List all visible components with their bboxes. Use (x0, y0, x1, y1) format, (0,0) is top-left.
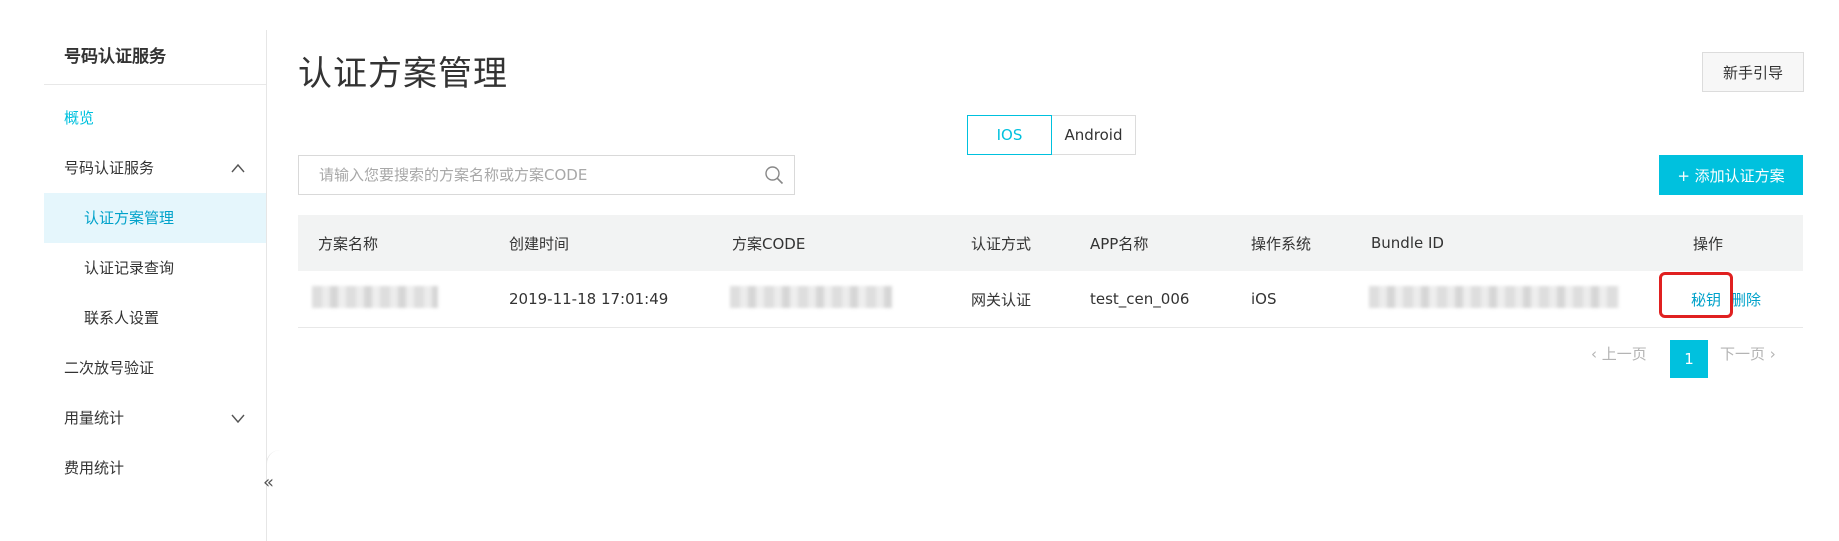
os-cell: iOS (1251, 290, 1277, 308)
chevron-right-icon: › (1769, 345, 1776, 363)
chevron-up-icon (231, 163, 245, 173)
column-header-scheme-code: 方案CODE (732, 234, 806, 253)
column-header-scheme-name: 方案名称 (318, 234, 379, 253)
prev-page-button[interactable]: ‹ 上一页 (1591, 343, 1647, 364)
column-header-bundle-id: Bundle ID (1371, 234, 1444, 252)
sidebar-item-scheme-management[interactable]: 认证方案管理 (44, 193, 266, 243)
chevron-down-icon (231, 414, 245, 424)
sidebar: 号码认证服务 概览 号码认证服务 认证方案管理 认证记录查询 联系人设置 二次放… (44, 30, 267, 541)
double-chevron-left-icon: « (263, 472, 275, 493)
delete-link[interactable]: 删除 (1731, 289, 1761, 310)
sidebar-title: 号码认证服务 (44, 30, 266, 85)
app-name-cell: test_cen_006 (1090, 290, 1190, 308)
beginner-guide-button[interactable]: 新手引导 (1702, 52, 1804, 92)
sidebar-item-fee-stats[interactable]: 费用统计 (44, 443, 266, 493)
created-time-cell: 2019-11-18 17:01:49 (509, 290, 669, 308)
next-page-button[interactable]: 下一页 › (1720, 343, 1776, 364)
sidebar-item-contacts[interactable]: 联系人设置 (44, 293, 266, 343)
sidebar-item-auth-records[interactable]: 认证记录查询 (44, 243, 266, 293)
sidebar-item-overview[interactable]: 概览 (44, 93, 266, 143)
platform-segmented-control: IOS Android (967, 115, 1136, 155)
table-header: 方案名称 创建时间 方案CODE 认证方式 APP名称 操作系统 Bundle … (298, 215, 1803, 271)
tab-ios[interactable]: IOS (967, 115, 1052, 155)
secret-key-highlight-annotation (1659, 272, 1733, 318)
search-icon[interactable] (764, 165, 784, 185)
sidebar-item-label: 号码认证服务 (64, 159, 155, 177)
column-header-app-name: APP名称 (1090, 234, 1149, 253)
scheme-name-redacted (312, 286, 438, 312)
chevron-left-icon: ‹ (1591, 345, 1597, 363)
table-row: 2019-11-18 17:01:49 网关认证 test_cen_006 iO… (298, 271, 1803, 328)
prev-page-label: 上一页 (1601, 345, 1647, 363)
sidebar-item-label: 用量统计 (64, 409, 125, 427)
add-auth-scheme-button[interactable]: + 添加认证方案 (1659, 155, 1803, 195)
scheme-table: 方案名称 创建时间 方案CODE 认证方式 APP名称 操作系统 Bundle … (298, 215, 1803, 328)
sidebar-item-number-auth[interactable]: 号码认证服务 (44, 143, 266, 193)
tab-android[interactable]: Android (1052, 115, 1136, 155)
column-header-auth-method: 认证方式 (971, 234, 1032, 253)
page-number-current[interactable]: 1 (1670, 340, 1708, 378)
next-page-label: 下一页 (1720, 345, 1766, 363)
sidebar-item-number-reissue[interactable]: 二次放号验证 (44, 343, 266, 393)
scheme-code-redacted (730, 286, 892, 312)
column-header-os: 操作系统 (1251, 234, 1312, 253)
search-box (298, 155, 795, 195)
sidebar-collapse-handle[interactable]: « (263, 450, 283, 541)
search-input[interactable] (299, 156, 759, 194)
bundle-id-redacted (1369, 286, 1619, 312)
column-header-actions: 操作 (1693, 234, 1724, 253)
auth-method-cell: 网关认证 (971, 290, 1032, 309)
page-title: 认证方案管理 (298, 54, 508, 94)
sidebar-item-usage-stats[interactable]: 用量统计 (44, 393, 266, 443)
column-header-created-time: 创建时间 (509, 234, 570, 253)
